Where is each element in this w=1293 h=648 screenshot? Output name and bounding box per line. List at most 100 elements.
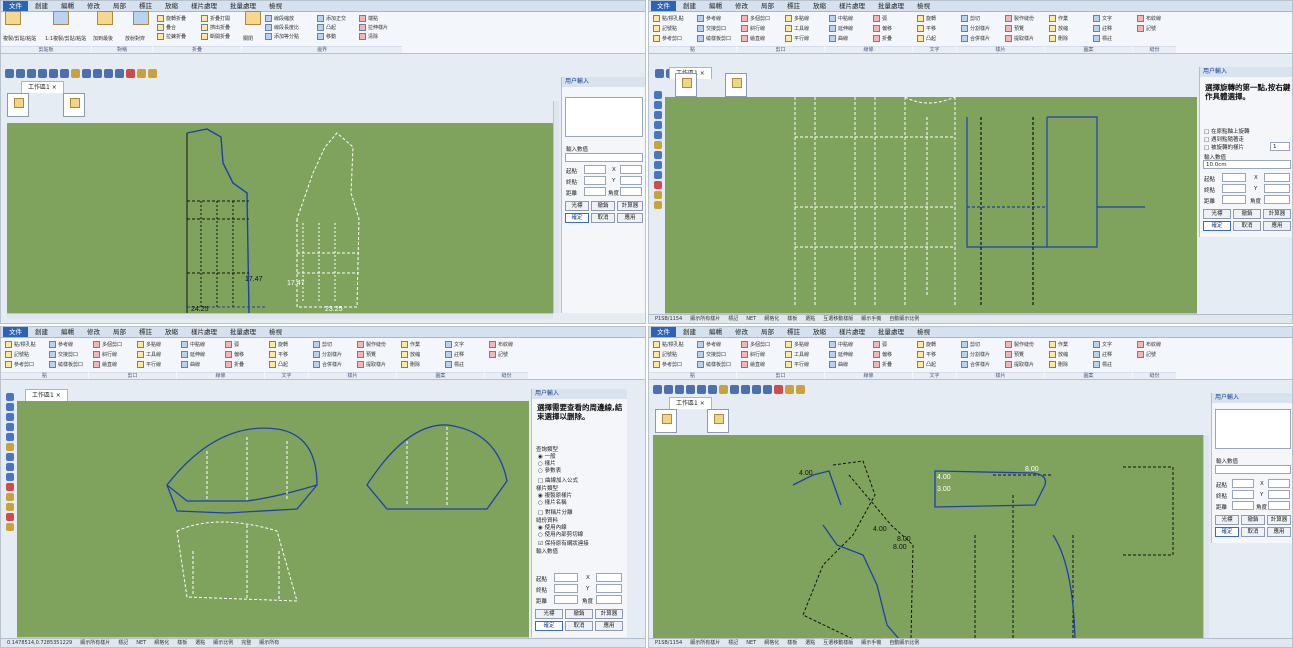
select-icon[interactable]: [719, 384, 728, 394]
y-field[interactable]: [620, 176, 642, 185]
checkbox-rotate-axis[interactable]: □ 在原點軸上旋轉: [1204, 127, 1249, 135]
text-icon[interactable]: [653, 111, 662, 119]
ribbon-button[interactable]: 繪直線: [741, 360, 765, 368]
clear-button[interactable]: 清除: [359, 32, 378, 40]
cancel-button[interactable]: 取消: [1241, 527, 1265, 537]
status-item[interactable]: 顯示所有樣片: [80, 639, 110, 648]
ribbon-button[interactable]: 平行線: [137, 360, 161, 368]
break-fold-button[interactable]: 斷開折疊: [201, 32, 230, 40]
undo-icon[interactable]: [49, 68, 58, 78]
x-field[interactable]: [1264, 173, 1290, 182]
zoom-prev-icon[interactable]: [653, 181, 662, 189]
zoom-window-icon[interactable]: [5, 473, 14, 481]
undo-button[interactable]: 撤銷: [591, 201, 615, 211]
ribbon-button[interactable]: 繞樣板剪口: [697, 34, 731, 42]
menu-item[interactable]: 樣片處理: [185, 327, 223, 337]
ribbon-button[interactable]: 多點線: [785, 340, 809, 348]
distance-field[interactable]: [1232, 501, 1254, 510]
zoom-window-icon[interactable]: [752, 384, 761, 394]
ribbon-button[interactable]: 放縮: [1049, 350, 1068, 358]
menu-item[interactable]: 局部: [107, 327, 132, 337]
ribbon-button[interactable]: 多個剪口: [93, 340, 122, 348]
ribbon-button[interactable]: 旋轉: [917, 14, 936, 22]
redo-icon[interactable]: [708, 384, 717, 394]
ribbon-button[interactable]: 折疊: [225, 360, 244, 368]
save-icon[interactable]: [27, 68, 36, 78]
segment-scale-button[interactable]: 線段縮放: [265, 14, 294, 22]
menu-item[interactable]: 標註: [133, 1, 158, 11]
radio-option[interactable]: ○ 樣片名稱: [538, 498, 567, 506]
status-item[interactable]: 樣板: [787, 639, 797, 648]
piece-icon[interactable]: [653, 191, 662, 199]
endpoint-button[interactable]: 端點: [359, 14, 378, 22]
menu-item[interactable]: 修改: [729, 327, 754, 337]
ribbon-button[interactable]: 斜行線: [741, 24, 765, 32]
ribbon-button[interactable]: 曲線: [829, 360, 848, 368]
menu-item[interactable]: 批量處理: [224, 327, 262, 337]
status-item[interactable]: 選點: [805, 315, 815, 324]
ribbon-button[interactable]: 記號: [1137, 24, 1156, 32]
redo-icon[interactable]: [60, 68, 69, 78]
menu-item[interactable]: 樣片處理: [185, 1, 223, 11]
menu-item[interactable]: 文件: [3, 327, 28, 337]
select-icon[interactable]: [5, 443, 14, 451]
ribbon-button[interactable]: 文字: [1093, 14, 1112, 22]
piece-icon[interactable]: [785, 384, 794, 394]
status-item[interactable]: NET: [746, 639, 756, 648]
end-field[interactable]: [1222, 184, 1246, 193]
menu-item[interactable]: 批量處理: [872, 327, 910, 337]
zoom-out-icon[interactable]: [93, 68, 102, 78]
ribbon-button[interactable]: 平行線: [785, 360, 809, 368]
ribbon-button[interactable]: 放縮: [401, 350, 420, 358]
status-item[interactable]: 網格化: [154, 639, 169, 648]
menu-item[interactable]: 編輯: [55, 1, 80, 11]
start-field[interactable]: [584, 165, 606, 174]
piece-thumb[interactable]: [707, 409, 729, 433]
menu-item[interactable]: 修改: [81, 327, 106, 337]
menu-item[interactable]: 創建: [29, 1, 54, 11]
grid-icon[interactable]: [5, 503, 14, 511]
append-button[interactable]: [97, 11, 113, 25]
drawing-canvas[interactable]: [665, 97, 1197, 313]
menu-item[interactable]: 文件: [3, 1, 28, 11]
menu-item[interactable]: 放縮: [159, 327, 184, 337]
ribbon-button[interactable]: 註釋: [1093, 350, 1112, 358]
status-item[interactable]: 顯示比例: [213, 639, 233, 648]
checkbox-mirror[interactable]: □ 對稱片分離: [538, 508, 572, 516]
ribbon-button[interactable]: 偏移: [873, 350, 892, 358]
bulge-button[interactable]: 凸起: [317, 23, 336, 31]
input-field[interactable]: [1215, 465, 1291, 474]
zoom-fit-icon[interactable]: [763, 384, 772, 394]
select-icon[interactable]: [653, 141, 662, 149]
save-icon[interactable]: [675, 384, 684, 394]
status-item[interactable]: 顯示手機: [861, 315, 881, 324]
ribbon-button[interactable]: 刪除: [1049, 34, 1068, 42]
ribbon-button[interactable]: 延伸線: [829, 24, 853, 32]
grid-icon[interactable]: [796, 384, 805, 394]
status-item[interactable]: NET: [136, 639, 146, 648]
menu-item[interactable]: 局部: [107, 1, 132, 11]
angle-field[interactable]: [1264, 195, 1290, 204]
grid-icon[interactable]: [653, 201, 662, 209]
ribbon-button[interactable]: 繪直線: [93, 360, 117, 368]
ribbon-button[interactable]: 參考剪口: [653, 34, 682, 42]
menu-item[interactable]: 局部: [755, 1, 780, 11]
vertical-scrollbar[interactable]: [1203, 435, 1209, 641]
copy-paste-11-button[interactable]: 1:1複製/剪貼/粘貼: [45, 34, 86, 42]
ribbon-button[interactable]: 多點線: [785, 14, 809, 22]
status-item[interactable]: NET: [746, 315, 756, 324]
piece-thumb[interactable]: [7, 93, 29, 117]
ribbon-button[interactable]: 作業: [1049, 14, 1068, 22]
ribbon-button[interactable]: 中點線: [181, 340, 205, 348]
menu-item[interactable]: 樣片處理: [833, 327, 871, 337]
ribbon-button[interactable]: 記號點: [5, 350, 29, 358]
menu-item[interactable]: 文件: [651, 327, 676, 337]
ribbon-button[interactable]: 合併樣片: [961, 360, 990, 368]
select-icon[interactable]: [71, 68, 80, 78]
cursor-button[interactable]: 光標: [1215, 515, 1239, 525]
ok-button[interactable]: 確定: [1215, 527, 1239, 537]
ribbon-button[interactable]: 凸起: [917, 34, 936, 42]
ribbon-button[interactable]: 註釋: [445, 350, 464, 358]
cursor-button[interactable]: 光標: [1203, 209, 1231, 219]
distance-field[interactable]: [1222, 195, 1246, 204]
